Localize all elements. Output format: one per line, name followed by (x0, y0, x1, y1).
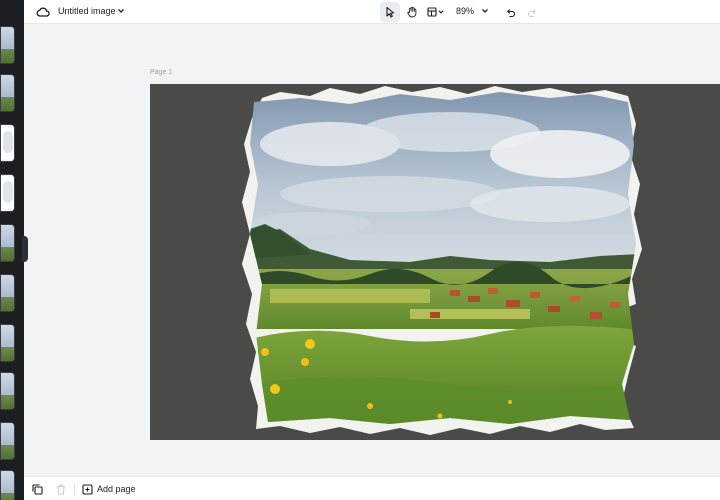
undo-button[interactable] (500, 2, 520, 22)
page-thumbnail[interactable] (0, 470, 15, 500)
undo-icon (506, 8, 515, 17)
page-thumbnail[interactable] (0, 274, 15, 312)
page-thumbnail[interactable] (0, 124, 15, 162)
redo-icon (527, 8, 536, 17)
page-label: Page 1 (150, 69, 173, 76)
redo-button[interactable] (522, 2, 542, 22)
chevron-down-icon[interactable] (480, 6, 490, 16)
hand-tool-button[interactable] (402, 2, 422, 22)
chevron-down-icon (438, 10, 444, 14)
cloud-icon[interactable] (36, 5, 50, 19)
add-page-label: Add page (97, 484, 136, 494)
page-thumbnail-strip (0, 0, 24, 500)
zoom-level[interactable]: 89% (456, 6, 474, 16)
cursor-arrow-icon (386, 6, 395, 18)
chevron-down-icon[interactable] (116, 6, 126, 16)
add-page-icon (82, 483, 93, 495)
bottom-toolbar: Add page (24, 476, 720, 500)
page-thumbnail[interactable] (0, 422, 15, 460)
page-thumbnail[interactable] (0, 26, 15, 64)
duplicate-icon[interactable] (32, 484, 43, 495)
toolbar-divider (74, 483, 75, 495)
torn-paper-photo[interactable] (150, 84, 720, 440)
layout-tool-button[interactable] (424, 2, 448, 22)
page-thumbnail[interactable] (0, 324, 15, 362)
add-page-button[interactable]: Add page (82, 482, 136, 496)
strip-collapse-handle[interactable] (22, 236, 28, 262)
page-thumbnail[interactable] (0, 224, 15, 262)
document-title[interactable]: Untitled image (58, 6, 116, 16)
trash-icon[interactable] (56, 484, 66, 495)
page-thumbnail[interactable] (0, 74, 15, 112)
page-thumbnail[interactable] (0, 174, 15, 212)
design-page[interactable] (150, 84, 720, 440)
page-thumbnail[interactable] (0, 372, 15, 410)
top-toolbar: Untitled image 89% (24, 0, 720, 24)
select-tool-button[interactable] (380, 2, 400, 22)
layout-icon (427, 7, 437, 17)
hand-icon (407, 6, 417, 18)
